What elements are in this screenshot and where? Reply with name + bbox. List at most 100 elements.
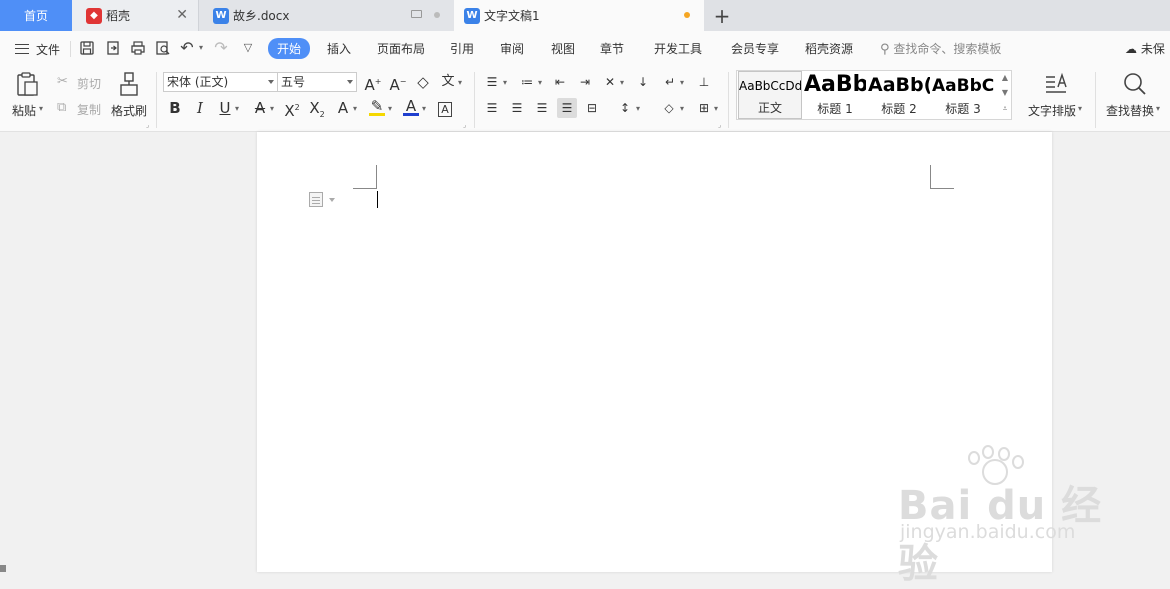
paste-dropdown-icon[interactable]: ▾ [39, 104, 43, 113]
phonetic-guide-icon[interactable]: 文 [438, 72, 458, 92]
chevron-down-icon[interactable]: ▾ [538, 78, 542, 87]
find-icon[interactable] [1122, 71, 1148, 97]
chevron-down-icon[interactable]: ▼ [1000, 86, 1010, 100]
cloud-save-status[interactable]: ☁ 未保 [1125, 40, 1165, 57]
paragraph-launcher-icon[interactable]: ⌟ [718, 121, 721, 129]
tab-start[interactable]: 开始 [268, 38, 311, 59]
format-painter-label[interactable]: 格式刷 [111, 102, 147, 119]
chevron-down-icon[interactable] [329, 198, 335, 202]
tab-insert[interactable]: 插入 [327, 40, 351, 57]
cut-button[interactable]: 剪切 [77, 75, 101, 92]
italic-icon[interactable]: I [190, 98, 210, 118]
file-menu[interactable]: 文件 [36, 41, 60, 58]
chevron-down-icon[interactable]: ▾ [235, 104, 239, 113]
align-right-icon[interactable]: ☰ [532, 98, 552, 118]
bold-icon[interactable]: B [165, 98, 185, 118]
close-icon[interactable]: ✕ [176, 8, 188, 22]
copy-button[interactable]: 复制 [77, 101, 101, 118]
tab-review[interactable]: 审阅 [500, 40, 524, 57]
borders-icon[interactable]: ⊞ [694, 98, 714, 118]
paste-button[interactable] [14, 71, 46, 97]
chevron-down-icon[interactable]: ▾ [620, 78, 624, 87]
align-center-icon[interactable]: ☰ [507, 98, 527, 118]
tab-daoke-resources[interactable]: 稻壳资源 [805, 40, 853, 57]
more-styles-icon[interactable]: ⩡ [1000, 102, 1010, 116]
print-preview-icon[interactable] [155, 40, 171, 56]
save-icon[interactable] [79, 40, 95, 56]
clear-format-icon[interactable]: ◇ [413, 72, 433, 92]
font-launcher-icon[interactable]: ⌟ [463, 121, 466, 129]
chevron-down-icon[interactable]: ▾ [503, 78, 507, 87]
undo-icon[interactable]: ↶ [179, 40, 195, 56]
chevron-down-icon[interactable]: ▾ [1156, 104, 1160, 113]
font-color-icon[interactable]: A [401, 96, 421, 116]
shading-icon[interactable]: ◇ [659, 98, 679, 118]
style-heading-3[interactable]: AaBbC 标题 3 [932, 71, 994, 119]
tab-home[interactable]: 首页 [0, 0, 72, 31]
decrease-indent-icon[interactable]: ⇤ [550, 72, 570, 92]
print-icon[interactable] [130, 40, 146, 56]
tab-daoke[interactable]: ◆ 稻壳 ✕ [72, 0, 198, 31]
font-family-select[interactable]: 宋体 (正文) [163, 72, 278, 92]
text-effect-icon[interactable]: A [333, 98, 353, 118]
font-size-select[interactable]: 五号 [277, 72, 357, 92]
chinese-layout-icon[interactable]: ✕ [600, 72, 620, 92]
highlight-icon[interactable]: ✎ [367, 96, 387, 116]
bullet-list-icon[interactable]: ☰ [482, 72, 502, 92]
undo-dropdown-icon[interactable]: ▾ [196, 40, 206, 56]
grow-font-icon[interactable]: A+ [363, 72, 383, 94]
clipboard-launcher-icon[interactable]: ⌟ [146, 121, 149, 129]
superscript-icon[interactable]: X2 [282, 98, 302, 120]
tab-document-active[interactable]: W 文字文稿1 [454, 0, 704, 31]
tab-view[interactable]: 视图 [551, 40, 575, 57]
find-replace-button[interactable]: 查找替换 [1106, 102, 1154, 119]
tab-section[interactable]: 章节 [600, 40, 624, 57]
subscript-icon[interactable]: X2 [307, 98, 327, 119]
export-pdf-icon[interactable] [105, 40, 121, 56]
chevron-down-icon[interactable]: ▾ [353, 104, 357, 113]
distribute-icon[interactable]: ⊟ [582, 98, 602, 118]
numbered-list-icon[interactable]: ≔ [517, 72, 537, 92]
style-normal[interactable]: AaBbCcDd 正文 [738, 71, 802, 119]
chevron-down-icon[interactable]: ▾ [636, 104, 640, 113]
tab-stops-icon[interactable]: ⊥ [694, 72, 714, 92]
shrink-font-icon[interactable]: A− [388, 72, 408, 94]
font-size-value: 五号 [281, 75, 306, 89]
tab-page-layout[interactable]: 页面布局 [377, 40, 425, 57]
chevron-down-icon[interactable]: ▾ [388, 104, 392, 113]
char-border-icon[interactable]: A [435, 98, 455, 118]
underline-icon[interactable]: U [215, 98, 235, 118]
text-layout-icon[interactable] [1043, 71, 1069, 97]
customize-toolbar-icon[interactable]: ▽ [240, 40, 256, 56]
style-heading-1[interactable]: AaBb 标题 1 [804, 71, 866, 119]
tab-daoke-label: 稻壳 [106, 9, 131, 23]
align-left-icon[interactable]: ☰ [482, 98, 502, 118]
style-heading-2[interactable]: AaBb( 标题 2 [868, 71, 930, 119]
redo-icon[interactable]: ↷ [213, 40, 229, 56]
chevron-down-icon[interactable]: ▾ [714, 104, 718, 113]
show-marks-icon[interactable]: ↵ [660, 72, 680, 92]
chevron-up-icon[interactable]: ▲ [1000, 71, 1010, 85]
new-tab-button[interactable]: + [704, 0, 740, 31]
increase-indent-icon[interactable]: ⇥ [575, 72, 595, 92]
chevron-down-icon[interactable]: ▾ [422, 104, 426, 113]
sort-icon[interactable]: ↓ [633, 72, 653, 92]
chevron-down-icon[interactable]: ▾ [1078, 104, 1082, 113]
text-layout-button[interactable]: 文字排版 [1028, 102, 1076, 119]
tab-developer[interactable]: 开发工具 [654, 40, 702, 57]
chevron-down-icon[interactable]: ▾ [680, 78, 684, 87]
tab-references[interactable]: 引用 [450, 40, 474, 57]
chevron-down-icon[interactable]: ▾ [458, 78, 462, 87]
format-painter-button[interactable] [117, 71, 143, 99]
paste-label[interactable]: 粘贴 [12, 102, 36, 119]
command-search[interactable]: ⚲ 查找命令、搜索模板 [880, 40, 1001, 57]
paragraph-options-icon[interactable] [309, 192, 323, 207]
tab-member[interactable]: 会员专享 [731, 40, 779, 57]
line-spacing-icon[interactable]: ↕ [615, 98, 635, 118]
chevron-down-icon[interactable]: ▾ [270, 104, 274, 113]
hamburger-menu-icon[interactable] [15, 44, 29, 54]
justify-icon[interactable]: ☰ [557, 98, 577, 118]
tab-document-guxiang[interactable]: W 故乡.docx [198, 0, 454, 31]
strikethrough-icon[interactable]: A [250, 98, 270, 118]
chevron-down-icon[interactable]: ▾ [680, 104, 684, 113]
